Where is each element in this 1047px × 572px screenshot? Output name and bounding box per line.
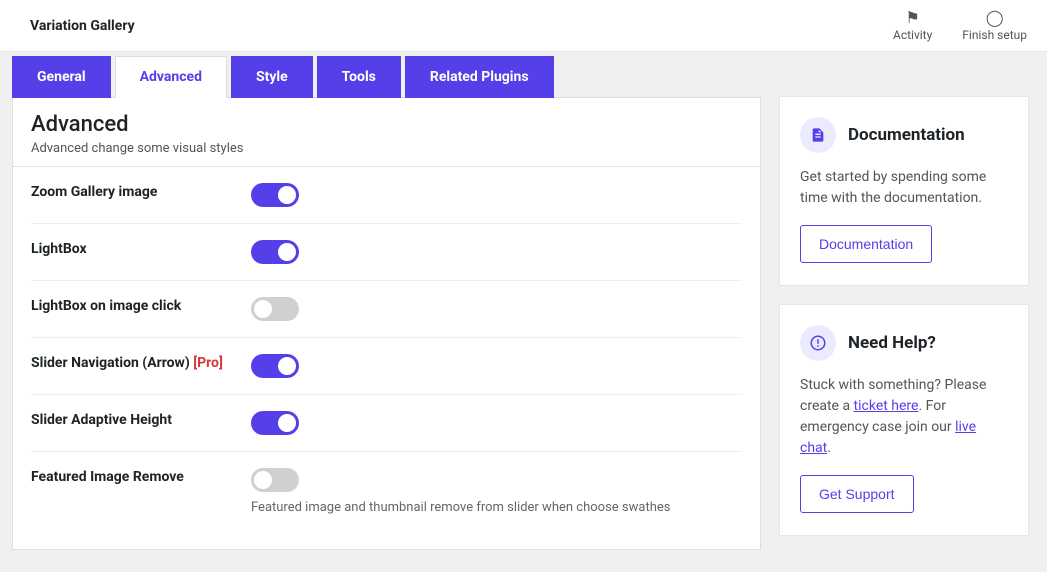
tab-general[interactable]: General: [12, 56, 111, 98]
tab-related-plugins[interactable]: Related Plugins: [405, 56, 554, 98]
activity-label: Activity: [893, 28, 932, 42]
doc-icon: [800, 117, 836, 153]
ticket-link[interactable]: ticket here: [854, 398, 919, 414]
tabs: General Advanced Style Tools Related Plu…: [12, 56, 761, 98]
circle-icon: ◯: [986, 10, 1004, 26]
setting-row-zoom: Zoom Gallery image: [31, 167, 742, 224]
setting-row-featured-remove: Featured Image Remove Featured image and…: [31, 452, 742, 531]
setting-row-lightbox-click: LightBox on image click: [31, 281, 742, 338]
panel-subtitle: Advanced change some visual styles: [31, 141, 742, 156]
tab-tools[interactable]: Tools: [317, 56, 401, 98]
sidebar: Documentation Get started by spending so…: [779, 96, 1029, 554]
toggle-lightbox-click[interactable]: [251, 297, 299, 321]
pro-badge: [Pro]: [193, 355, 223, 371]
panel-title: Advanced: [31, 112, 742, 137]
setting-row-adaptive-height: Slider Adaptive Height: [31, 395, 742, 452]
top-actions: ⚑ Activity ◯ Finish setup: [893, 10, 1027, 42]
tab-advanced[interactable]: Advanced: [115, 56, 227, 98]
card-help: Need Help? Stuck with something? Please …: [779, 304, 1029, 536]
setting-label: Slider Navigation (Arrow) [Pro]: [31, 354, 231, 374]
finish-setup-button[interactable]: ◯ Finish setup: [962, 10, 1027, 42]
setting-row-lightbox: LightBox: [31, 224, 742, 281]
card-title: Need Help?: [848, 333, 936, 353]
flag-icon: ⚑: [905, 10, 919, 26]
tab-style[interactable]: Style: [231, 56, 313, 98]
card-body: Get started by spending some time with t…: [800, 167, 1008, 209]
setting-label-text: Slider Navigation (Arrow): [31, 355, 193, 371]
toggle-zoom[interactable]: [251, 183, 299, 207]
toggle-lightbox[interactable]: [251, 240, 299, 264]
settings-column: General Advanced Style Tools Related Plu…: [12, 52, 761, 550]
setting-label: LightBox: [31, 240, 231, 260]
toggle-featured-remove[interactable]: [251, 468, 299, 492]
documentation-button[interactable]: Documentation: [800, 225, 932, 263]
setting-label: LightBox on image click: [31, 297, 231, 317]
setting-label: Featured Image Remove: [31, 468, 231, 488]
setting-label: Zoom Gallery image: [31, 183, 231, 203]
page-title: Variation Gallery: [30, 18, 135, 34]
help-text-suffix: .: [827, 440, 831, 456]
main-container: General Advanced Style Tools Related Plu…: [0, 52, 1047, 572]
toggle-adaptive-height[interactable]: [251, 411, 299, 435]
get-support-button[interactable]: Get Support: [800, 475, 914, 513]
top-bar: Variation Gallery ⚑ Activity ◯ Finish se…: [0, 0, 1047, 52]
card-body: Stuck with something? Please create a ti…: [800, 375, 1008, 459]
finish-setup-label: Finish setup: [962, 28, 1027, 42]
card-title: Documentation: [848, 125, 965, 145]
settings-panel: Advanced Advanced change some visual sty…: [12, 97, 761, 550]
setting-label: Slider Adaptive Height: [31, 411, 231, 431]
activity-button[interactable]: ⚑ Activity: [893, 10, 932, 42]
card-documentation: Documentation Get started by spending so…: [779, 96, 1029, 286]
setting-row-slider-nav: Slider Navigation (Arrow) [Pro]: [31, 338, 742, 395]
toggle-slider-nav[interactable]: [251, 354, 299, 378]
setting-help: Featured image and thumbnail remove from…: [251, 500, 742, 515]
help-icon: [800, 325, 836, 361]
